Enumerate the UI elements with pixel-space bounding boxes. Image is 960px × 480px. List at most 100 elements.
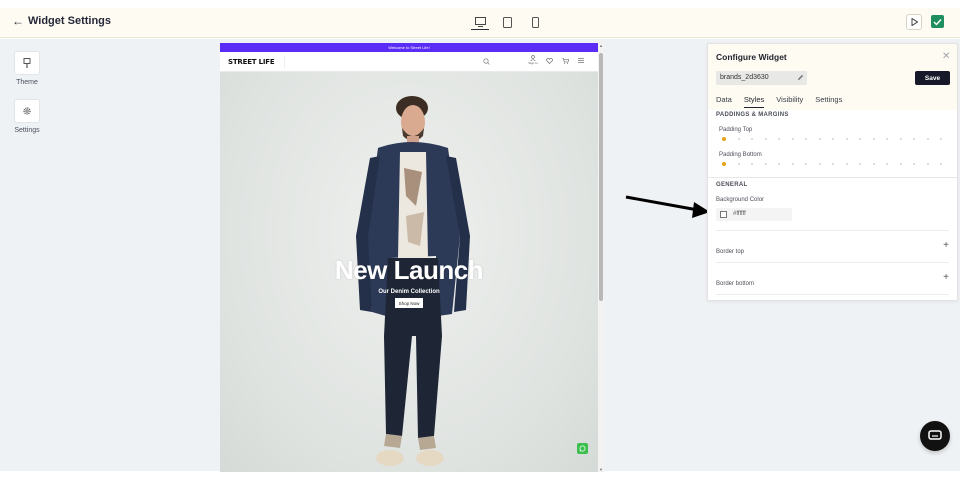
slider-tick: [886, 163, 888, 165]
border-top-label: Border top: [716, 249, 745, 255]
mobile-icon: [531, 16, 539, 28]
annotation-arrow-icon: [625, 195, 710, 218]
hero-banner[interactable]: New Launch Our Denim Collection Shop Now: [220, 72, 598, 472]
slider-tick: [818, 138, 821, 140]
tablet-icon: [502, 16, 512, 28]
row-divider: [716, 230, 949, 231]
panel-title: Configure Widget: [716, 52, 787, 62]
theme-tool-label: Theme: [16, 79, 38, 86]
color-swatch[interactable]: [720, 211, 727, 218]
shop-now-button[interactable]: Shop Now: [395, 298, 423, 308]
slider-tick: [845, 138, 848, 140]
chat-icon: [928, 430, 942, 440]
padding-top-slider-knob[interactable]: [722, 137, 726, 141]
panel-tabs: Data Styles Visibility Settings: [716, 95, 842, 108]
slider-tick: [778, 138, 780, 140]
desktop-view-button[interactable]: [471, 14, 489, 30]
announcement-bar: Welcome to Street Life!: [220, 43, 598, 52]
tab-settings[interactable]: Settings: [815, 95, 842, 108]
mobile-view-button[interactable]: [526, 14, 544, 30]
play-icon: [911, 18, 918, 26]
scroll-down-arrow-icon[interactable]: ▼: [598, 467, 604, 472]
slider-tick: [737, 163, 740, 165]
slider-tick: [778, 163, 780, 165]
whatsapp-icon: [579, 445, 586, 452]
panel-header: Configure Widget ✕ brands_2d3630 Save Da…: [708, 44, 957, 110]
top-bar: ← Widget Settings: [0, 8, 960, 38]
sign-in-link[interactable]: Sign In: [528, 55, 538, 69]
cart-button[interactable]: [560, 55, 570, 69]
slider-tick: [751, 163, 753, 165]
hamburger-icon: [578, 58, 584, 63]
store-logo[interactable]: STREET LIFE: [228, 58, 275, 66]
row-divider: [716, 294, 949, 295]
cart-icon: [561, 58, 569, 64]
slider-tick: [791, 138, 794, 140]
tab-styles[interactable]: Styles: [743, 95, 765, 108]
tablet-view-button[interactable]: [498, 14, 516, 30]
slider-tick: [832, 163, 834, 165]
slider-tick: [832, 138, 834, 140]
configure-widget-panel: Configure Widget ✕ brands_2d3630 Save Da…: [707, 43, 958, 301]
widget-name-field[interactable]: brands_2d3630: [716, 71, 807, 85]
hero-subtitle: Our Denim Collection: [378, 289, 440, 295]
whatsapp-button[interactable]: [577, 443, 588, 454]
brush-icon: [23, 57, 31, 68]
settings-tool[interactable]: Settings: [13, 99, 41, 134]
slider-tick: [818, 163, 821, 165]
slider-tick: [899, 163, 902, 165]
general-section-heading: GENERAL: [716, 182, 748, 188]
heart-icon: [545, 58, 553, 64]
slider-tick: [859, 138, 861, 140]
slider-tick: [940, 163, 942, 165]
store-header: STREET LIFE Sign In: [220, 52, 598, 72]
back-arrow-icon[interactable]: ←: [12, 14, 24, 28]
slider-tick: [764, 138, 767, 140]
tab-data[interactable]: Data: [716, 95, 732, 108]
slider-tick: [751, 138, 753, 140]
slider-tick: [764, 163, 767, 165]
scroll-thumb[interactable]: [599, 53, 603, 301]
check-icon: [933, 18, 942, 26]
preview-play-button[interactable]: [906, 14, 922, 30]
sign-in-label: Sign In: [528, 61, 538, 65]
background-color-label: Background Color: [716, 197, 765, 203]
desktop-icon: [474, 16, 486, 27]
plus-icon[interactable]: +: [943, 241, 949, 251]
slider-tick: [899, 138, 902, 140]
plus-icon[interactable]: +: [943, 273, 949, 283]
border-top-row[interactable]: Border top +: [716, 240, 949, 256]
hero-title: New Launch: [334, 255, 484, 285]
row-divider: [716, 262, 949, 263]
padding-top-slider[interactable]: [722, 136, 944, 142]
wishlist-button[interactable]: [544, 55, 554, 69]
slider-tick: [926, 163, 929, 165]
theme-tool[interactable]: Theme: [13, 51, 41, 86]
border-bottom-row[interactable]: Border bottom +: [716, 272, 949, 288]
slider-tick: [845, 163, 848, 165]
save-button[interactable]: Save: [915, 71, 950, 85]
tab-visibility[interactable]: Visibility: [776, 95, 803, 108]
preview-scrollbar[interactable]: ▲ ▼: [598, 43, 604, 472]
slider-tick: [805, 163, 807, 165]
widget-name-value: brands_2d3630: [720, 74, 769, 81]
section-divider: [708, 177, 957, 178]
store-search-input[interactable]: [284, 56, 494, 68]
publish-button[interactable]: [931, 15, 944, 28]
scroll-up-arrow-icon[interactable]: ▲: [598, 43, 604, 48]
slider-tick: [872, 163, 875, 165]
close-icon[interactable]: ✕: [942, 51, 950, 62]
store-preview: Welcome to Street Life! STREET LIFE Sign…: [220, 43, 598, 472]
padding-bottom-slider[interactable]: [722, 161, 944, 167]
search-icon: [483, 58, 490, 65]
padding-bottom-slider-knob[interactable]: [722, 162, 726, 166]
background-color-field[interactable]: #ffffff: [716, 208, 792, 221]
slider-tick: [886, 138, 888, 140]
background-color-value: #ffffff: [733, 211, 746, 217]
chat-support-button[interactable]: [920, 421, 950, 451]
border-bottom-label: Border bottom: [716, 281, 755, 287]
pencil-icon[interactable]: [797, 71, 804, 87]
slider-tick: [913, 138, 915, 140]
menu-button[interactable]: [576, 55, 586, 69]
slider-tick: [737, 138, 740, 140]
